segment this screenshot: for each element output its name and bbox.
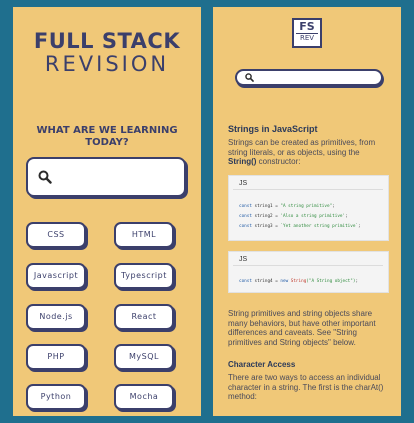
app-subtitle: REVISION (44, 52, 170, 76)
article-heading: Strings in JavaScript (228, 124, 318, 134)
topic-grid: CSS HTML Javascript Typescript Node.js R… (26, 220, 186, 410)
code-line: const string4 = new String("A String obj… (239, 279, 359, 284)
code-line: const string2 = 'Also a string primitive… (239, 214, 348, 219)
code-line: const string3 = `Yet another string prim… (239, 224, 361, 229)
intro-code: String() (228, 157, 257, 166)
topic-button-mysql[interactable]: MySQL (114, 344, 174, 370)
topic-button-python[interactable]: Python (26, 384, 86, 410)
code-language-label: JS (233, 255, 383, 266)
topic-button-css[interactable]: CSS (26, 222, 86, 248)
article-paragraph: String primitives and string objects sha… (228, 309, 376, 347)
prompt-heading: WHAT ARE WE LEARNING TODAY? (36, 125, 178, 148)
home-panel: FULL STACK REVISION WHAT ARE WE LEARNING… (13, 7, 201, 416)
app-logo[interactable]: FS REV (292, 18, 322, 48)
search-icon (245, 73, 254, 82)
search-input[interactable] (26, 157, 186, 197)
topic-button-mocha[interactable]: Mocha (114, 384, 174, 410)
section-heading: Character Access (228, 360, 296, 369)
app-title: FULL STACK (33, 29, 181, 53)
search-icon (38, 170, 52, 184)
logo-rev-text: REV (296, 33, 318, 43)
topic-button-html[interactable]: HTML (114, 222, 174, 248)
intro-text: Strings can be created as primitives, fr… (228, 138, 376, 157)
topic-button-nodejs[interactable]: Node.js (26, 304, 86, 330)
code-block: JS const string4 = new String("A String … (228, 251, 389, 293)
topic-button-php[interactable]: PHP (26, 344, 86, 370)
article-panel: FS REV Strings in JavaScript Strings can… (213, 7, 401, 416)
intro-text-end: constructor: (256, 157, 301, 166)
logo-fs-text: FS (299, 20, 315, 33)
article-paragraph: There are two ways to access an individu… (228, 373, 384, 401)
code-language-label: JS (233, 179, 383, 190)
search-bar[interactable] (235, 69, 383, 86)
topic-button-react[interactable]: React (114, 304, 174, 330)
topic-button-javascript[interactable]: Javascript (26, 263, 86, 289)
code-block: JS const string1 = "A string primitive";… (228, 175, 389, 241)
topic-button-typescript[interactable]: Typescript (114, 263, 174, 289)
code-line: const string1 = "A string primitive"; (239, 204, 335, 209)
article-intro: Strings can be created as primitives, fr… (228, 138, 390, 167)
